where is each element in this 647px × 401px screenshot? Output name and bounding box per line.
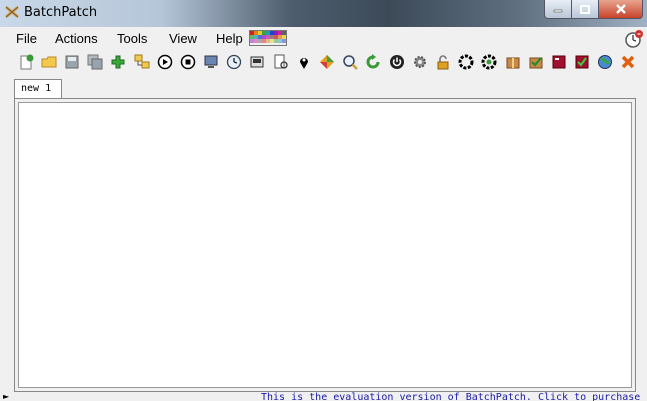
minimize-icon	[553, 9, 563, 13]
menu-actions[interactable]: Actions	[55, 31, 98, 46]
remote-desktop-icon[interactable]	[200, 52, 223, 72]
color-palette-icon[interactable]	[249, 30, 287, 46]
app-icon	[5, 5, 19, 19]
remove-icon[interactable]	[617, 52, 640, 72]
text-editor[interactable]	[18, 102, 632, 388]
magnifier-icon[interactable]	[339, 52, 362, 72]
black-ring-icon[interactable]	[455, 52, 478, 72]
save-icon[interactable]	[60, 52, 83, 72]
document-search-icon[interactable]	[269, 52, 292, 72]
schedule-icon[interactable]	[223, 52, 246, 72]
package-icon[interactable]	[501, 52, 524, 72]
refresh-icon[interactable]	[362, 52, 385, 72]
tab-new-1[interactable]: new 1	[14, 79, 62, 99]
power-icon[interactable]	[385, 52, 408, 72]
red-check-icon[interactable]	[571, 52, 594, 72]
evaluation-notice-link[interactable]: This is the evaluation version of BatchP…	[261, 393, 640, 401]
new-host-icon[interactable]	[14, 52, 37, 72]
close-button[interactable]	[599, 0, 643, 19]
spinner-icon[interactable]	[478, 52, 501, 72]
menu-tools[interactable]: Tools	[117, 31, 147, 46]
play-icon[interactable]	[153, 52, 176, 72]
location-pin-icon[interactable]	[292, 52, 315, 72]
menu-help[interactable]: Help	[216, 31, 243, 46]
toolbar	[14, 52, 640, 72]
diamond-icon[interactable]	[315, 52, 338, 72]
maximize-icon	[580, 4, 590, 14]
unlock-icon[interactable]	[431, 52, 454, 72]
timer-icon[interactable]	[624, 29, 644, 49]
expand-arrow-icon[interactable]: ►	[3, 393, 9, 401]
menu-bar: File Actions Tools View Help	[0, 28, 647, 50]
open-folder-icon[interactable]	[37, 52, 60, 72]
add-icon[interactable]	[107, 52, 130, 72]
red-box-icon[interactable]	[547, 52, 570, 72]
stop-icon[interactable]	[176, 52, 199, 72]
minimize-button[interactable]	[544, 0, 572, 19]
window-title: BatchPatch	[24, 5, 98, 20]
globe-icon[interactable]	[594, 52, 617, 72]
check-package-icon[interactable]	[524, 52, 547, 72]
title-bar[interactable]: BatchPatch	[0, 0, 647, 27]
menu-view[interactable]: View	[169, 31, 197, 46]
save-all-icon[interactable]	[84, 52, 107, 72]
settings-gear-icon[interactable]	[408, 52, 431, 72]
group-icon[interactable]	[130, 52, 153, 72]
close-icon	[615, 4, 626, 14]
deploy-icon[interactable]	[246, 52, 269, 72]
menu-file[interactable]: File	[16, 31, 37, 46]
maximize-button[interactable]	[572, 0, 599, 19]
editor-panel	[14, 98, 636, 392]
status-bar: ► This is the evaluation version of Batc…	[0, 392, 647, 401]
